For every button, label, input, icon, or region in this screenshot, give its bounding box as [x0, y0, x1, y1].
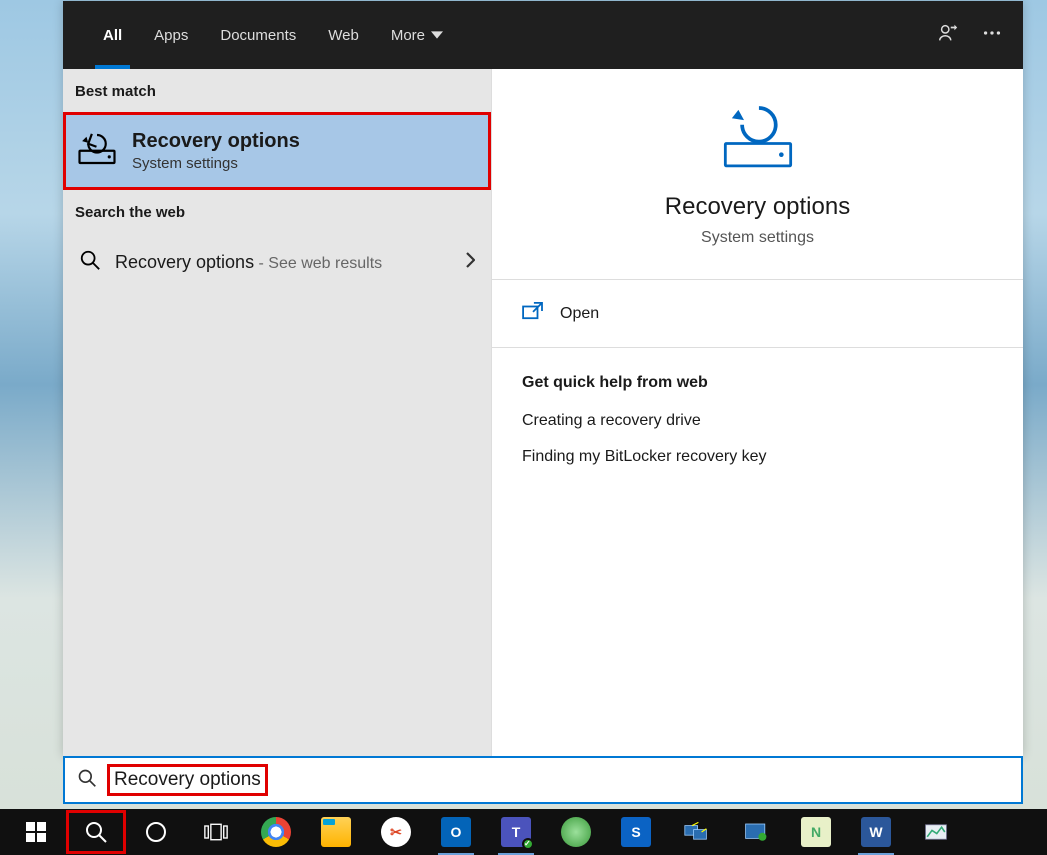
preview-subtitle: System settings: [512, 229, 1003, 247]
taskbar-app-chrome[interactable]: [246, 809, 306, 855]
start-search-panel: All Apps Documents Web More Best match: [63, 1, 1023, 756]
tab-more-label: More: [391, 27, 425, 44]
web-search-result[interactable]: Recovery options - See web results: [63, 233, 491, 291]
best-match-result[interactable]: Recovery options System settings: [63, 112, 491, 190]
taskbar-app-rdp[interactable]: [666, 809, 726, 855]
taskbar-app-file-explorer[interactable]: [306, 809, 366, 855]
chevron-down-icon: [431, 31, 443, 39]
search-input-value: Recovery options: [114, 769, 261, 791]
taskbar-app-snip[interactable]: ✂: [366, 809, 426, 855]
preview-pane: Recovery options System settings Open Ge…: [491, 69, 1023, 756]
taskbar-search-button[interactable]: [66, 810, 126, 854]
open-action[interactable]: Open: [492, 280, 1023, 348]
web-result-query: Recovery options: [115, 252, 254, 272]
search-icon: [77, 768, 97, 792]
recovery-icon-large: [716, 99, 800, 173]
search-input-highlight: Recovery options: [107, 764, 268, 796]
tab-more[interactable]: More: [375, 1, 459, 69]
quick-help-header: Get quick help from web: [522, 374, 993, 392]
recovery-icon: [76, 128, 118, 174]
taskbar-app-browser[interactable]: [546, 809, 606, 855]
results-list: Best match Recovery options System setti…: [63, 69, 491, 756]
search-scope-tabs: All Apps Documents Web More: [63, 1, 1023, 69]
quick-help-section: Get quick help from web Creating a recov…: [492, 348, 1023, 510]
feedback-icon[interactable]: [937, 22, 959, 48]
taskbar: ✂ O T✓ S N W: [0, 809, 1047, 855]
taskbar-taskview-button[interactable]: [186, 809, 246, 855]
preview-title: Recovery options: [512, 193, 1003, 221]
taskbar-app-notepadpp[interactable]: N: [786, 809, 846, 855]
search-icon: [79, 249, 101, 275]
web-result-suffix: - See web results: [254, 255, 382, 272]
taskbar-app-perf[interactable]: [906, 809, 966, 855]
taskbar-app-remoteapp[interactable]: [726, 809, 786, 855]
chevron-right-icon: [465, 252, 475, 272]
search-web-header: Search the web: [63, 190, 491, 233]
taskbar-app-security[interactable]: S: [606, 809, 666, 855]
tab-all[interactable]: All: [87, 1, 138, 69]
taskbar-app-teams[interactable]: T✓: [486, 809, 546, 855]
open-icon: [522, 302, 544, 325]
more-options-icon[interactable]: [981, 22, 1003, 48]
best-match-subtitle: System settings: [132, 155, 300, 172]
taskbar-app-outlook[interactable]: O: [426, 809, 486, 855]
taskbar-cortana-button[interactable]: [126, 809, 186, 855]
start-button[interactable]: [6, 809, 66, 855]
tab-web[interactable]: Web: [312, 1, 375, 69]
quick-help-link-recovery-drive[interactable]: Creating a recovery drive: [522, 412, 993, 430]
tab-documents[interactable]: Documents: [204, 1, 312, 69]
search-input-box[interactable]: Recovery options: [63, 756, 1023, 804]
taskbar-app-word[interactable]: W: [846, 809, 906, 855]
best-match-header: Best match: [63, 69, 491, 112]
open-label: Open: [560, 305, 599, 323]
quick-help-link-bitlocker[interactable]: Finding my BitLocker recovery key: [522, 448, 993, 466]
best-match-title: Recovery options: [132, 130, 300, 153]
tab-apps[interactable]: Apps: [138, 1, 204, 69]
preview-hero: Recovery options System settings: [492, 69, 1023, 280]
